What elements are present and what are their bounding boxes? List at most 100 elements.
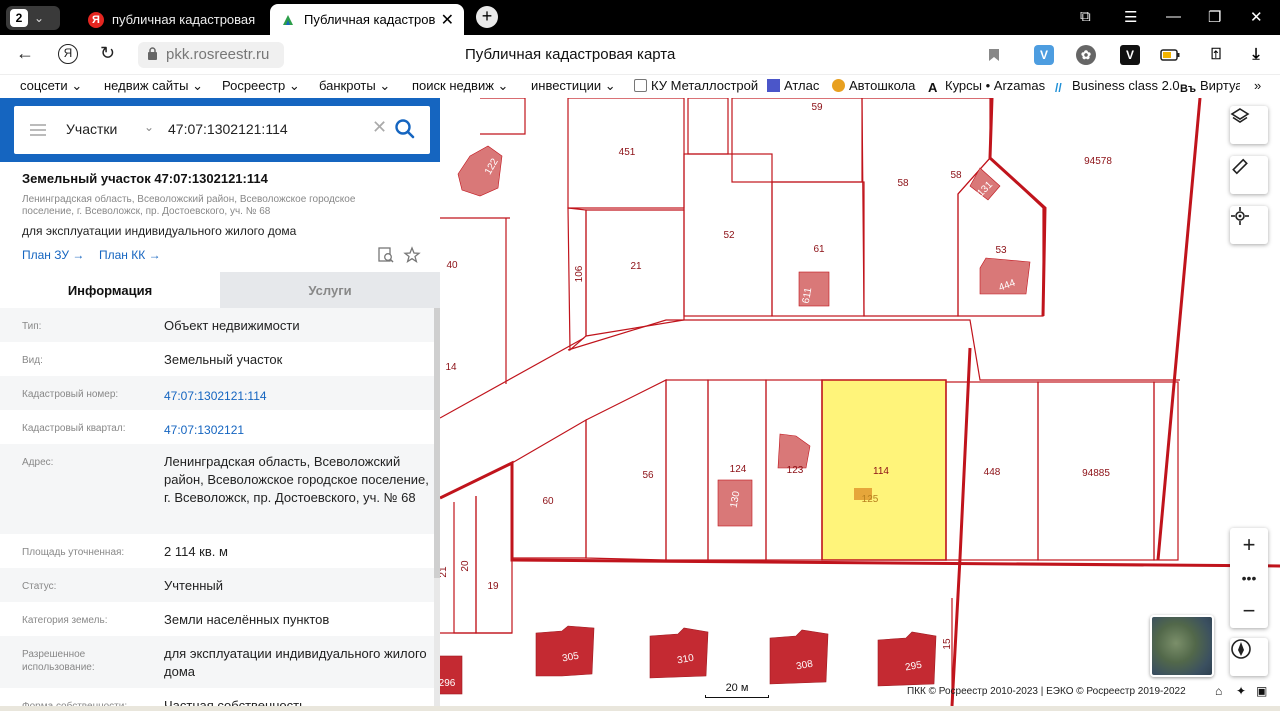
bookmark-business-class[interactable]: // Business class 2.0 [1055, 78, 1180, 95]
search-header: Участки ⌄ 47:07:1302121:114 ✕ ‹ [0, 98, 440, 162]
parcel-boundary [731, 98, 863, 183]
battery-icon[interactable] [1160, 45, 1180, 65]
parcel-boundary [475, 463, 513, 634]
cube-icon [634, 79, 647, 92]
search-icon[interactable] [394, 118, 416, 140]
tab-count: 2 [10, 9, 28, 27]
home-icon[interactable]: ⌂ [1215, 684, 1222, 698]
info-row: Тип: Объект недвижимости [0, 308, 434, 342]
browser-tab-2[interactable]: Публичная кадастровая к ✕ [270, 4, 464, 35]
zoom-out-button[interactable]: − [1230, 594, 1268, 627]
chevron-down-icon[interactable]: ⌄ [144, 120, 154, 134]
fullscreen-icon[interactable]: ▣ [1256, 684, 1267, 698]
close-window-icon[interactable]: ✕ [1250, 8, 1263, 26]
bookmark-arzamas[interactable]: A Курсы • Arzamas [928, 78, 1046, 95]
yandex-logo-icon[interactable]: Я [58, 44, 78, 64]
atlas-icon [767, 79, 780, 92]
bookmarks-overflow-icon[interactable]: » [1254, 78, 1261, 93]
search-type-select[interactable]: Участки [66, 121, 117, 137]
info-tabs: Информация Услуги [0, 272, 440, 308]
parcel-label: 125 [862, 494, 879, 505]
tab-services[interactable]: Услуги [220, 272, 440, 308]
bookmark-folder-bankrupts[interactable]: банкроты ⌄ [319, 78, 390, 94]
bookmark-atlas[interactable]: Атлас [767, 78, 819, 93]
bookmark-folder-socials[interactable]: соцсети ⌄ [20, 78, 82, 94]
hamburger-menu-icon[interactable] [30, 124, 46, 136]
target-icon[interactable]: ✦ [1236, 684, 1246, 698]
bookmark-virtual[interactable]: Въ Виртуа [1180, 78, 1240, 96]
bookmark-label: поиск недвиж [412, 78, 494, 93]
bookmark-folder-rosreestr[interactable]: Росреестр ⌄ [222, 78, 300, 94]
bookmark-label: Курсы • Arzamas [945, 78, 1046, 93]
parcel-boundary [665, 379, 709, 561]
parcel-label: 56 [642, 470, 654, 481]
parcel-label: 40 [446, 260, 458, 271]
cadastral-map[interactable]: 59 451 58 58 94578 122 52 61 131 53 40 1… [440, 98, 1280, 706]
tab-information[interactable]: Информация [0, 272, 220, 308]
bookmark-label: соцсети [20, 78, 68, 93]
download-icon[interactable]: ⤓ [1246, 45, 1266, 65]
info-row: Разрешенное использование: для эксплуатац… [0, 636, 434, 688]
autoschool-icon [832, 79, 845, 92]
bookmark-label: Business class 2.0 [1072, 78, 1180, 93]
zoom-in-button[interactable]: + [1230, 528, 1268, 561]
compass-button[interactable] [1230, 638, 1268, 676]
search-input[interactable]: 47:07:1302121:114 [168, 121, 288, 137]
plan-zu-link[interactable]: План ЗУ → [22, 248, 84, 262]
basemap-switch-thumbnail[interactable] [1150, 615, 1214, 677]
parcel-boundary [585, 379, 667, 561]
locate-button[interactable] [1230, 206, 1268, 244]
info-table: Тип: Объект недвижимости Вид: Земельный уч… [0, 308, 434, 711]
new-tab-button[interactable]: + [476, 6, 498, 28]
tab-counter-button[interactable]: 2 ⌄ [6, 6, 60, 30]
parcel-boundary [480, 98, 526, 135]
v-extension-icon[interactable]: V [1034, 45, 1054, 65]
menu-icon[interactable]: ☰ [1124, 8, 1137, 26]
measure-button[interactable] [1230, 156, 1268, 194]
browser-tab-1[interactable]: Я публичная кадастровая к [78, 4, 268, 35]
puzzle-icon[interactable]: ✿ [1076, 45, 1096, 65]
chevron-down-icon: ⌄ [497, 78, 509, 93]
bookmark-label: инвестиции [531, 78, 602, 93]
search-document-icon[interactable] [377, 246, 395, 264]
lock-icon [148, 47, 157, 60]
row-value: Земли населённых пунктов [164, 612, 330, 627]
plan-kk-link[interactable]: План КК → [99, 248, 161, 262]
row-key: Разрешенное использование: [22, 649, 95, 673]
url-field[interactable]: pkk.rosreestr.ru [138, 42, 284, 68]
star-icon[interactable] [403, 246, 421, 264]
v-dark-extension-icon[interactable]: V [1120, 45, 1140, 65]
object-address: Ленинградская область, Всеволожский райо… [22, 194, 356, 217]
info-panel: Участки ⌄ 47:07:1302121:114 ✕ ‹ Земельны… [0, 98, 440, 711]
bookmark-folder-realty[interactable]: недвиж сайты ⌄ [104, 78, 203, 94]
clear-search-icon[interactable]: ✕ [372, 117, 387, 138]
bookmark-autoschool[interactable]: Автошкола [832, 78, 915, 93]
tabs-collection-icon[interactable]: ⧉ [1080, 8, 1091, 25]
bookmark-label: Атлас [784, 78, 820, 93]
bookmark-metallostroy[interactable]: КУ Металлострой [634, 78, 758, 93]
minimize-icon[interactable]: — [1166, 8, 1181, 25]
yandex-icon: Я [88, 11, 104, 28]
layers-button[interactable] [1230, 106, 1268, 144]
bookmark-folder-investments[interactable]: инвестиции ⌄ [531, 78, 616, 94]
scale-bar: 20 м [705, 682, 769, 698]
cadastral-quarter-link[interactable]: 47:07:1302121 [164, 421, 430, 439]
parcel-label: 451 [619, 147, 636, 158]
url-text: pkk.rosreestr.ru [166, 46, 270, 63]
close-tab-icon[interactable]: ✕ [441, 10, 454, 30]
share-icon[interactable]: ⍐ [1206, 45, 1226, 65]
info-row: Категория земель: Земли населённых пункто… [0, 602, 434, 636]
parcel-label: 21 [630, 261, 642, 272]
parcel-label: 296 [440, 678, 456, 689]
row-value: 2 114 кв. м [164, 544, 228, 559]
restore-icon[interactable]: ❐ [1208, 8, 1221, 26]
bookmark-icon[interactable] [984, 45, 1004, 65]
zoom-more-button[interactable]: ••• [1230, 561, 1268, 594]
parcel-label: 58 [897, 178, 909, 189]
bookmark-label: банкроты [319, 78, 376, 93]
row-value: Ленинградская область, Всеволожский райо… [164, 454, 429, 505]
reload-icon[interactable]: ↻ [100, 43, 115, 64]
bookmark-folder-search[interactable]: поиск недвиж ⌄ [412, 78, 508, 94]
back-arrow-icon[interactable]: ← [16, 43, 34, 64]
cadastral-number-link[interactable]: 47:07:1302121:114 [164, 387, 430, 405]
